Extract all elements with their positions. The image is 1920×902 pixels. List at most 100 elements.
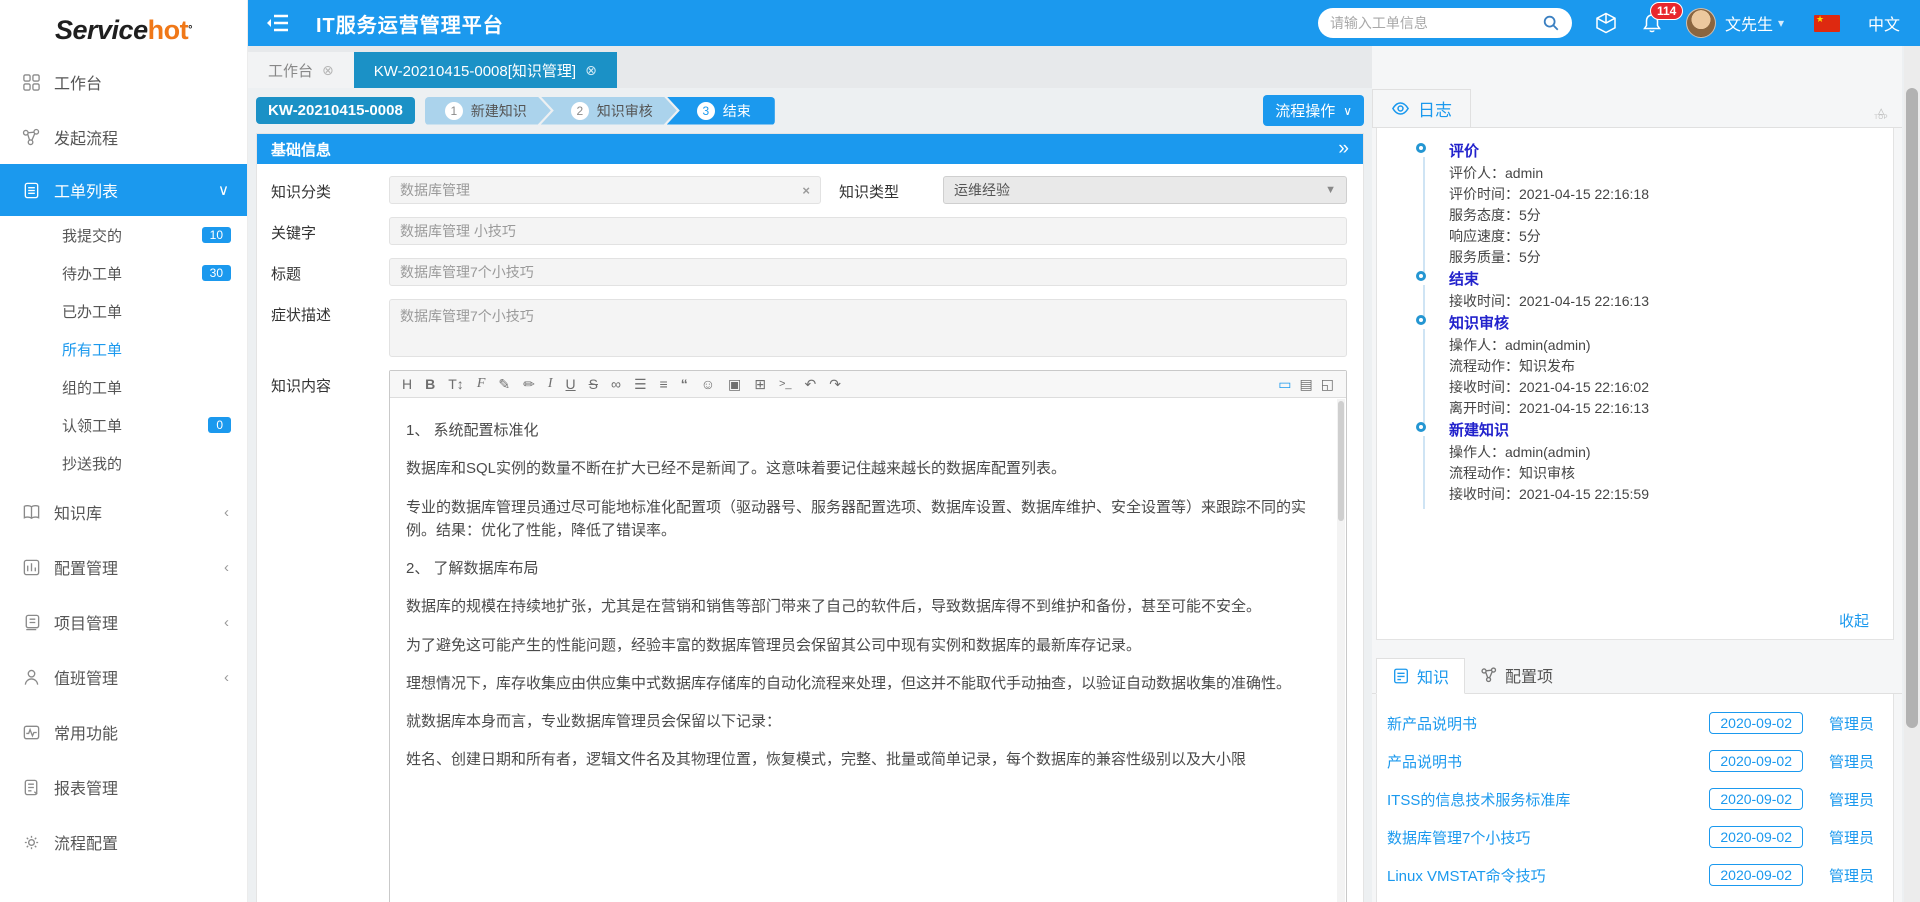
- editor-scrollbar-thumb[interactable]: [1338, 401, 1344, 521]
- sidebar-subitem-done[interactable]: 已办工单: [0, 292, 247, 330]
- fullscreen-icon[interactable]: ◱: [1321, 376, 1334, 393]
- layout-view-icon[interactable]: ▭: [1278, 376, 1291, 393]
- count-badge: 10: [202, 227, 231, 243]
- knowledge-link[interactable]: ITSS的信息技术服务标准库: [1387, 789, 1709, 810]
- underline-icon[interactable]: U: [566, 376, 576, 392]
- log-entry-title[interactable]: 结束: [1449, 268, 1879, 289]
- tab-ticket-kw-20210415-0008[interactable]: KW-20210415-0008[知识管理] ⊗: [354, 52, 617, 88]
- emoji-icon[interactable]: ☺: [701, 376, 715, 392]
- brush-icon[interactable]: ✏: [523, 376, 535, 393]
- china-flag-icon[interactable]: ★: [1814, 15, 1840, 32]
- knowledge-date-chip[interactable]: 2020-09-02: [1709, 864, 1803, 886]
- sidebar-item-order-list[interactable]: 工单列表 ∨: [0, 164, 247, 216]
- gear-icon: [22, 833, 41, 852]
- image-icon[interactable]: ▣: [728, 376, 741, 393]
- sidebar-item-common-funcs[interactable]: 常用功能: [0, 707, 247, 757]
- sidebar-item-workbench[interactable]: 工作台: [0, 57, 247, 107]
- close-icon[interactable]: ⊗: [585, 62, 597, 79]
- brand-logo[interactable]: Servicehot°: [0, 0, 247, 52]
- sidebar-item-start-flow[interactable]: 发起流程: [0, 112, 247, 162]
- log-tab-label: 日志: [1418, 96, 1452, 121]
- log-entry-title[interactable]: 评价: [1449, 140, 1879, 161]
- sidebar-item-knowledge-base[interactable]: 知识库 ‹: [0, 487, 247, 537]
- align-icon[interactable]: ≡: [660, 376, 668, 392]
- log-entry-title[interactable]: 新建知识: [1449, 419, 1879, 440]
- user-avatar[interactable]: [1686, 8, 1716, 38]
- quote-icon[interactable]: “: [681, 376, 688, 392]
- search-input[interactable]: [1330, 15, 1542, 31]
- sidebar-subitem-claim-orders[interactable]: 认领工单 0: [0, 406, 247, 444]
- link-icon[interactable]: ∞: [611, 376, 621, 392]
- editor-content[interactable]: 1、 系统配置标准化 数据库和SQL实例的数量不断在扩大已经不是新闻了。这意味着…: [390, 398, 1346, 902]
- knowledge-author[interactable]: 管理员: [1829, 713, 1881, 734]
- topbar: IT服务运营管理平台 114 文先生 ▾ ★ 中文: [248, 0, 1920, 46]
- editor-scrollbar[interactable]: [1337, 399, 1345, 902]
- tab-related-knowledge[interactable]: 知识: [1376, 658, 1465, 694]
- table-icon[interactable]: ⊞: [754, 376, 766, 393]
- title-input[interactable]: 数据库管理7个小技巧: [389, 258, 1347, 286]
- sidebar-item-project-mgmt[interactable]: 项目管理 ‹: [0, 597, 247, 647]
- preview-icon[interactable]: ▤: [1300, 376, 1313, 393]
- knowledge-author[interactable]: 管理员: [1829, 827, 1881, 848]
- sidebar-subitem-my-submitted[interactable]: 我提交的 10: [0, 216, 247, 254]
- knowledge-date-chip[interactable]: 2020-09-02: [1709, 826, 1803, 848]
- code-icon[interactable]: >_: [779, 378, 792, 390]
- search-box[interactable]: [1318, 8, 1572, 38]
- redo-icon[interactable]: ↷: [829, 376, 841, 393]
- tab-log[interactable]: 日志: [1372, 89, 1471, 127]
- log-entry-title[interactable]: 知识审核: [1449, 312, 1879, 333]
- font-size-icon[interactable]: T↕: [448, 376, 464, 392]
- knowledge-link[interactable]: Linux VMSTAT命令技巧: [1387, 865, 1709, 886]
- sidebar-subitem-cc-me[interactable]: 抄送我的: [0, 444, 247, 482]
- undo-icon[interactable]: ↶: [805, 376, 817, 393]
- knowledge-link[interactable]: 产品说明书: [1387, 751, 1709, 772]
- eye-icon: [1391, 99, 1410, 118]
- sidebar-item-label: 项目管理: [54, 610, 118, 634]
- collapse-log-link[interactable]: 收起: [1377, 610, 1879, 631]
- knowledge-type-select[interactable]: 运维经验 ▼: [943, 176, 1347, 204]
- list-icon[interactable]: ☰: [634, 376, 647, 393]
- knowledge-link[interactable]: 新产品说明书: [1387, 713, 1709, 734]
- language-switcher[interactable]: 中文: [1868, 11, 1900, 35]
- bold-icon[interactable]: B: [425, 376, 435, 392]
- symptom-textarea[interactable]: 数据库管理7个小技巧: [389, 299, 1347, 357]
- notification-bell-icon[interactable]: 114: [1640, 11, 1664, 35]
- sidebar-item-report-mgmt[interactable]: 报表管理: [0, 762, 247, 812]
- sidebar-collapse-icon[interactable]: [266, 13, 290, 33]
- knowledge-link[interactable]: 数据库管理7个小技巧: [1387, 827, 1709, 848]
- strikethrough-icon[interactable]: S: [589, 376, 598, 392]
- knowledge-category-input[interactable]: 数据库管理 ×: [389, 176, 821, 204]
- sidebar-subitem-todo[interactable]: 待办工单 30: [0, 254, 247, 292]
- keywords-input[interactable]: 数据库管理 小技巧: [389, 217, 1347, 245]
- knowledge-date-chip[interactable]: 2020-09-02: [1709, 788, 1803, 810]
- sidebar-subitem-group-orders[interactable]: 组的工单: [0, 368, 247, 406]
- italic-icon[interactable]: I: [548, 376, 553, 392]
- user-menu-caret-icon[interactable]: ▾: [1778, 16, 1784, 30]
- tab-workbench[interactable]: 工作台 ⊗: [248, 52, 354, 88]
- knowledge-date-chip[interactable]: 2020-09-02: [1709, 712, 1803, 734]
- close-icon[interactable]: ⊗: [322, 62, 334, 79]
- sidebar-subitem-all-orders[interactable]: 所有工单: [0, 330, 247, 368]
- sidebar-item-config-mgmt[interactable]: 配置管理 ‹: [0, 542, 247, 592]
- rich-text-editor[interactable]: H B T↕ F ✎ ✏ I U S ∞ ☰ ≡ “: [389, 370, 1347, 902]
- knowledge-author[interactable]: 管理员: [1829, 865, 1881, 886]
- back-to-top-icon[interactable]: ▵ TOP: [1874, 106, 1888, 127]
- sidebar-item-duty-mgmt[interactable]: 值班管理 ‹: [0, 652, 247, 702]
- page-scrollbar-thumb[interactable]: [1906, 88, 1918, 728]
- knowledge-author[interactable]: 管理员: [1829, 789, 1881, 810]
- sidebar-item-flow-config[interactable]: 流程配置: [0, 817, 247, 867]
- pencil-icon[interactable]: ✎: [498, 376, 510, 393]
- tab-related-config-items[interactable]: 配置项: [1465, 657, 1568, 693]
- page-scrollbar[interactable]: [1904, 46, 1920, 902]
- flow-actions-button[interactable]: 流程操作 ∨: [1263, 95, 1364, 126]
- heading-icon[interactable]: H: [402, 376, 412, 392]
- select-caret-icon[interactable]: ▼: [1325, 184, 1336, 196]
- knowledge-date-chip[interactable]: 2020-09-02: [1709, 750, 1803, 772]
- search-icon[interactable]: [1542, 14, 1560, 32]
- font-family-icon[interactable]: F: [477, 376, 486, 392]
- knowledge-author[interactable]: 管理员: [1829, 751, 1881, 772]
- clear-icon[interactable]: ×: [802, 183, 810, 198]
- collapse-panel-icon[interactable]: »: [1338, 138, 1349, 160]
- cube-icon[interactable]: [1594, 11, 1618, 35]
- user-name[interactable]: 文先生: [1725, 11, 1773, 35]
